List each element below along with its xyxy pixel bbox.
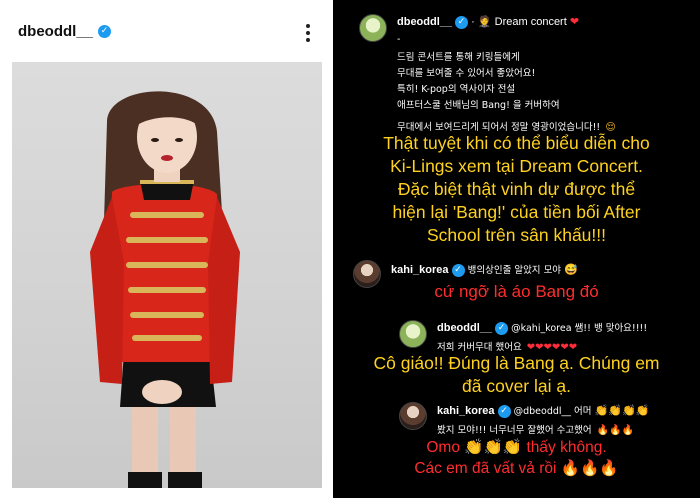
reply2-header: kahi_korea ✓ @dbeoddl__ 어머 👏👏👏👏	[437, 403, 649, 418]
reply1-translation: Cô giáo!! Đúng là Bang ạ. Chúng em đã co…	[333, 352, 700, 398]
comment1-translation: cứ ngỡ là áo Bang đó	[434, 282, 599, 301]
caption-line-1: 드림 콘서트를 통해 키링들에게	[397, 52, 520, 63]
reply2-translation: Omo 👏👏👏 thấy không. Các em đã vất vả rồi…	[333, 437, 700, 479]
verified-badge-icon: ✓	[98, 24, 112, 38]
translation-line-1: Thật tuyệt khi có thể biểu diễn cho	[383, 133, 650, 153]
reply2-mention[interactable]: @dbeoddl__ 어머	[514, 406, 592, 417]
post-header: dbeoddl__ ✓	[0, 0, 333, 62]
post-username[interactable]: dbeoddl__	[18, 23, 93, 40]
translation-line-3: Đặc biệt thật vinh dự được thể	[397, 179, 636, 199]
reply2-translation-row-1: Omo 👏👏👏 thấy không.	[333, 437, 700, 458]
caption-line-4: 애프터스쿨 선배님의 Bang! 을 커버하여	[397, 100, 560, 111]
caption-avatar[interactable]	[359, 14, 387, 42]
reply1-avatar[interactable]	[399, 320, 427, 348]
comment1-text: 뱅의상인줄 알았지 모야	[467, 265, 562, 276]
caption-separator: ·	[471, 16, 478, 28]
reply2-translation-rest: thấy không.	[526, 439, 607, 456]
reply2-line2-row: 봤지 모야!!! 너무너무 잘했어 수고했어 🔥🔥🔥	[437, 418, 634, 437]
reply2-translation-row-2: Các em đã vất vả rồi 🔥🔥🔥	[333, 458, 700, 479]
caption-header: dbeoddl__ ✓ · 🤵 Dream concert ❤	[397, 15, 579, 29]
comment-thread: dbeoddl__ ✓ · 🤵 Dream concert ❤ - 드림 콘서트…	[333, 0, 700, 498]
fire-emoji-icon: 🔥🔥🔥	[560, 460, 619, 477]
verified-badge-icon: ✓	[497, 404, 511, 418]
tuxedo-emoji-icon: 🤵	[477, 16, 492, 28]
reply1-mention[interactable]: @kahi_korea 쌤!! 뱅 맞아요!!!!	[511, 323, 647, 334]
reply2-translation-omo: Omo	[426, 439, 460, 456]
translation-line-4: hiện lại 'Bang!' của tiền bối After	[392, 202, 641, 222]
caption-dash: -	[397, 34, 401, 45]
caption-title: Dream concert	[494, 16, 567, 28]
reply1-translation-line-1: Cô giáo!! Đúng là Bang ạ. Chúng em	[373, 353, 660, 373]
comment1-header: kahi_korea ✓ 뱅의상인줄 알았지 모야 😅	[391, 262, 578, 277]
verified-badge-icon: ✓	[451, 263, 465, 277]
verified-badge-icon: ✓	[495, 321, 509, 335]
reply1-translation-line-2: đã cover lại ạ.	[462, 376, 571, 396]
caption-line-3: 특히! K-pop의 역사이자 전설	[397, 84, 516, 95]
heart-emoji-icon: ❤	[569, 16, 580, 28]
grin-emoji-icon: 😅	[564, 264, 578, 276]
verified-badge-icon: ✓	[455, 15, 469, 29]
performer-photo-illustration	[90, 91, 240, 488]
post-photo[interactable]	[12, 62, 322, 488]
reply2-line2: 봤지 모야!!! 너무너무 잘했어 수고했어	[437, 425, 592, 436]
reply1-username[interactable]: dbeoddl__	[437, 322, 492, 334]
translation-line-5: School trên sân khấu!!!	[427, 225, 606, 245]
caption-username[interactable]: dbeoddl__	[397, 16, 452, 28]
translation-line-2: Ki-Lings xem tại Dream Concert.	[390, 156, 643, 176]
clap-emoji-icon: 👏👏👏	[464, 439, 523, 456]
post-card: dbeoddl__ ✓	[0, 0, 334, 498]
reply2-avatar[interactable]	[399, 402, 427, 430]
comment1-username[interactable]: kahi_korea	[391, 264, 448, 276]
fire-emoji-icon: 🔥🔥🔥	[596, 425, 635, 436]
more-options-icon[interactable]	[305, 24, 311, 42]
reply2-username[interactable]: kahi_korea	[437, 405, 494, 417]
reply2-translation-line-2: Các em đã vất vả rồi	[414, 460, 557, 477]
clap-emoji-icon: 👏👏👏👏	[594, 405, 650, 417]
caption-translation: Thật tuyệt khi có thể biểu diễn cho Ki-L…	[333, 132, 700, 247]
caption-line-2: 무대를 보여줄 수 있어서 좋았어요!	[397, 68, 536, 79]
reply1-header: dbeoddl__ ✓ @kahi_korea 쌤!! 뱅 맞아요!!!!	[437, 320, 647, 335]
